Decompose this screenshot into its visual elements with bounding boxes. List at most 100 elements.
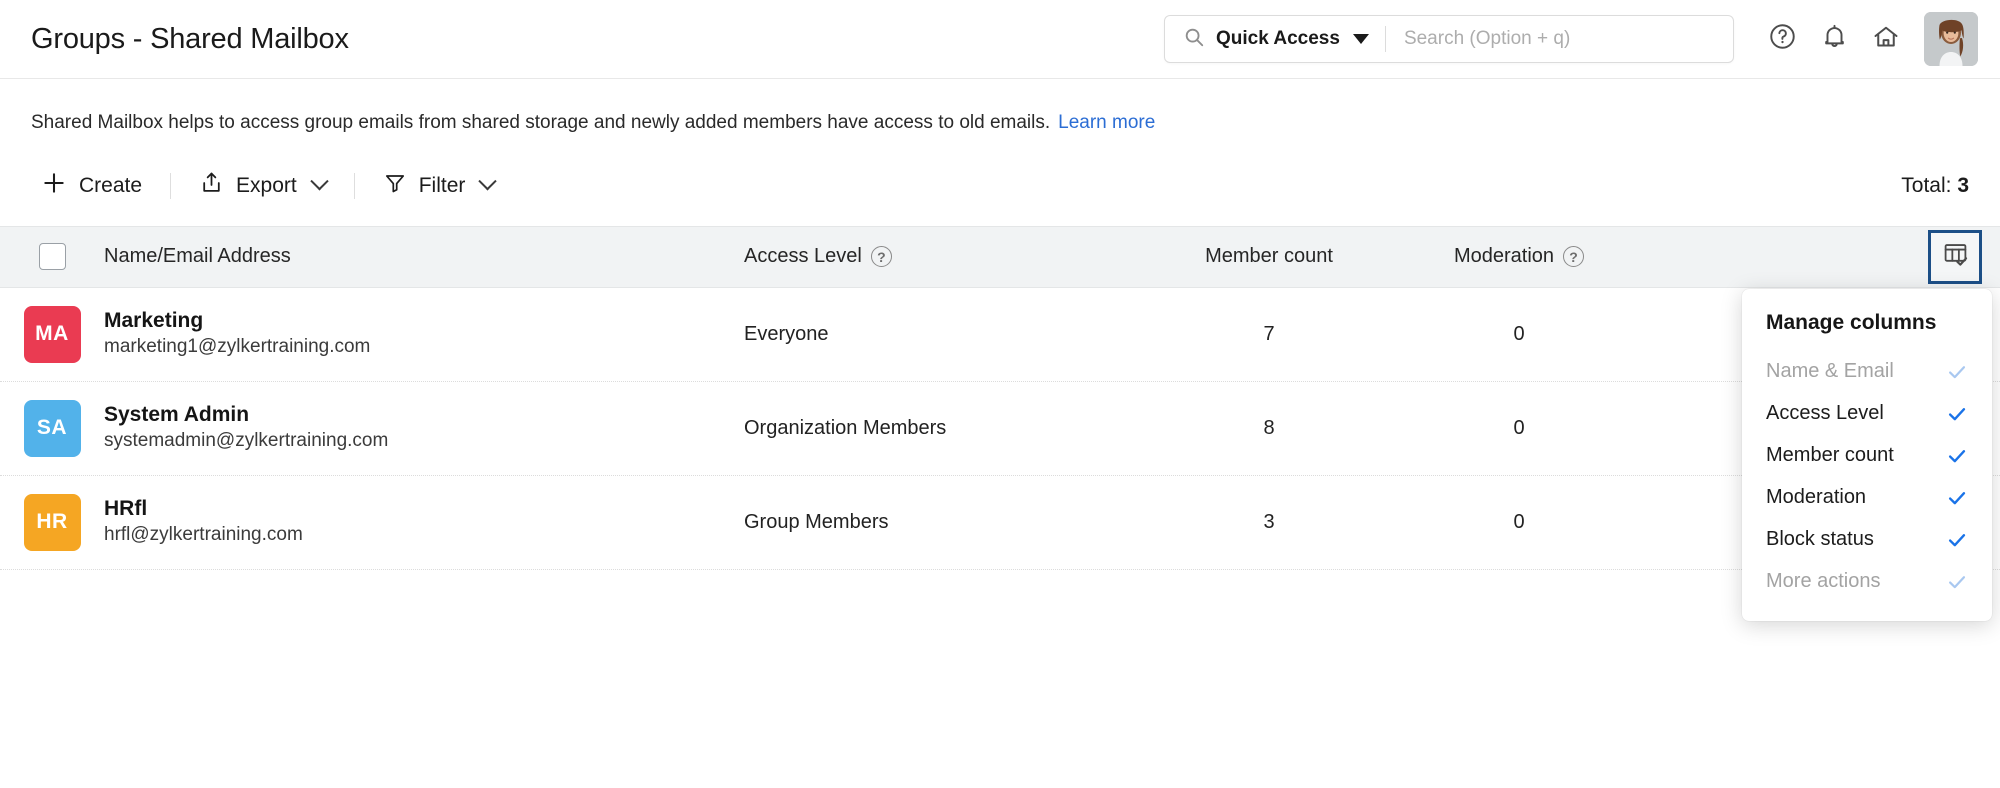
help-circle-icon[interactable]: ?	[871, 246, 892, 267]
group-initials: MA	[35, 322, 69, 346]
manage-columns-item-moderation[interactable]: Moderation	[1742, 477, 1992, 519]
cell-access-level: Organization Members	[744, 417, 1144, 440]
cell-member-count: 7	[1144, 323, 1394, 346]
user-avatar	[1924, 12, 1978, 66]
cell-member-count: 8	[1144, 417, 1394, 440]
toolbar-separator	[170, 173, 171, 199]
table-columns-check-icon	[1942, 241, 1969, 273]
search-icon	[1183, 26, 1205, 53]
table-row[interactable]: MA Marketing marketing1@zylkertraining.c…	[0, 288, 2000, 382]
cell-name-email: Marketing marketing1@zylkertraining.com	[104, 308, 744, 360]
column-header-name[interactable]: Name/Email Address	[104, 245, 744, 268]
quick-access-dropdown[interactable]: Quick Access	[1165, 16, 1385, 62]
avatar[interactable]	[1924, 12, 1978, 66]
check-icon	[1946, 445, 1968, 467]
home-button[interactable]	[1860, 13, 1912, 65]
filter-button[interactable]: Filter	[373, 165, 505, 207]
manage-columns-item-label: Member count	[1766, 444, 1894, 467]
group-avatar: HR	[24, 494, 81, 551]
manage-columns-item-member-count[interactable]: Member count	[1742, 435, 1992, 477]
home-icon	[1871, 22, 1901, 57]
row-select-cell: SA	[0, 400, 104, 457]
select-all-checkbox[interactable]	[39, 243, 66, 270]
cell-access-level: Everyone	[744, 323, 1144, 346]
list-toolbar: Create Export Filter Total: 3	[0, 136, 2000, 210]
cell-moderation: 0	[1394, 511, 1644, 534]
group-name[interactable]: HRfl	[104, 496, 303, 523]
chevron-down-icon	[479, 172, 497, 190]
export-button[interactable]: Export	[189, 164, 336, 207]
manage-columns-item-block-status[interactable]: Block status	[1742, 519, 1992, 561]
table-row[interactable]: HR HRfl hrfl@zylkertraining.com Group Me…	[0, 476, 2000, 570]
export-label: Export	[236, 174, 297, 198]
column-header-moderation-label: Moderation	[1454, 245, 1554, 268]
group-avatar: MA	[24, 306, 81, 363]
check-icon	[1946, 361, 1968, 383]
check-icon	[1946, 487, 1968, 509]
bell-icon	[1820, 22, 1849, 56]
toolbar-separator	[354, 173, 355, 199]
plus-icon	[41, 170, 67, 202]
manage-columns-item-name-email: Name & Email	[1742, 351, 1992, 393]
info-banner: Shared Mailbox helps to access group ema…	[0, 79, 2000, 136]
cell-name-email: System Admin systemadmin@zylkertraining.…	[104, 402, 744, 454]
cell-moderation: 0	[1394, 417, 1644, 440]
app-header: Groups - Shared Mailbox Quick Access	[0, 0, 2000, 79]
manage-columns-button[interactable]	[1928, 230, 1982, 284]
check-icon	[1946, 403, 1968, 425]
manage-columns-item-label: Block status	[1766, 528, 1874, 551]
manage-columns-item-more-actions: More actions	[1742, 561, 1992, 603]
total-label: Total:	[1901, 174, 1951, 197]
group-initials: HR	[36, 510, 67, 534]
manage-columns-item-label: Moderation	[1766, 486, 1866, 509]
help-circle-icon	[1768, 22, 1797, 56]
select-all-cell	[0, 243, 104, 270]
total-value: 3	[1957, 174, 1969, 197]
column-header-access-level[interactable]: Access Level ?	[744, 245, 1144, 268]
column-header-access-level-label: Access Level	[744, 245, 862, 268]
create-label: Create	[79, 174, 142, 198]
cell-member-count: 3	[1144, 511, 1394, 534]
group-email: marketing1@zylkertraining.com	[104, 335, 370, 360]
learn-more-link[interactable]: Learn more	[1058, 112, 1155, 133]
row-select-cell: HR	[0, 494, 104, 551]
check-icon	[1946, 529, 1968, 551]
row-select-cell: MA	[0, 306, 104, 363]
manage-columns-item-label: Name & Email	[1766, 360, 1894, 383]
group-email: hrfl@zylkertraining.com	[104, 523, 303, 548]
manage-columns-item-label: More actions	[1766, 570, 1881, 593]
global-search-bar: Quick Access	[1164, 15, 1734, 63]
column-header-moderation[interactable]: Moderation ?	[1394, 245, 1644, 268]
banner-text: Shared Mailbox helps to access group ema…	[31, 112, 1050, 133]
quick-access-label: Quick Access	[1216, 28, 1340, 50]
manage-columns-item-access-level[interactable]: Access Level	[1742, 393, 1992, 435]
notifications-button[interactable]	[1808, 13, 1860, 65]
manage-columns-dropdown: Manage columns Name & Email Access Level…	[1742, 289, 1992, 621]
group-name[interactable]: System Admin	[104, 402, 388, 429]
manage-columns-title: Manage columns	[1742, 311, 1992, 337]
group-email: systemadmin@zylkertraining.com	[104, 429, 388, 454]
column-header-member-count[interactable]: Member count	[1144, 245, 1394, 268]
help-circle-icon[interactable]: ?	[1563, 246, 1584, 267]
group-initials: SA	[37, 416, 67, 440]
cell-access-level: Group Members	[744, 511, 1144, 534]
table-row[interactable]: SA System Admin systemadmin@zylkertraini…	[0, 382, 2000, 476]
chevron-down-icon	[1353, 34, 1369, 44]
filter-funnel-icon	[383, 171, 407, 201]
check-icon	[1946, 571, 1968, 593]
filter-label: Filter	[419, 174, 466, 198]
table-header-row: Name/Email Address Access Level ? Member…	[0, 226, 2000, 288]
export-upload-icon	[199, 170, 224, 201]
chevron-down-icon	[310, 172, 328, 190]
help-button[interactable]	[1756, 13, 1808, 65]
cell-moderation: 0	[1394, 323, 1644, 346]
manage-columns-item-label: Access Level	[1766, 402, 1884, 425]
group-name[interactable]: Marketing	[104, 308, 370, 335]
create-button[interactable]: Create	[31, 164, 152, 208]
total-count: Total: 3	[1901, 174, 1969, 198]
group-avatar: SA	[24, 400, 81, 457]
cell-name-email: HRfl hrfl@zylkertraining.com	[104, 496, 744, 548]
page-title: Groups - Shared Mailbox	[31, 23, 349, 56]
search-input[interactable]	[1386, 16, 1733, 62]
groups-table: Name/Email Address Access Level ? Member…	[0, 226, 2000, 570]
